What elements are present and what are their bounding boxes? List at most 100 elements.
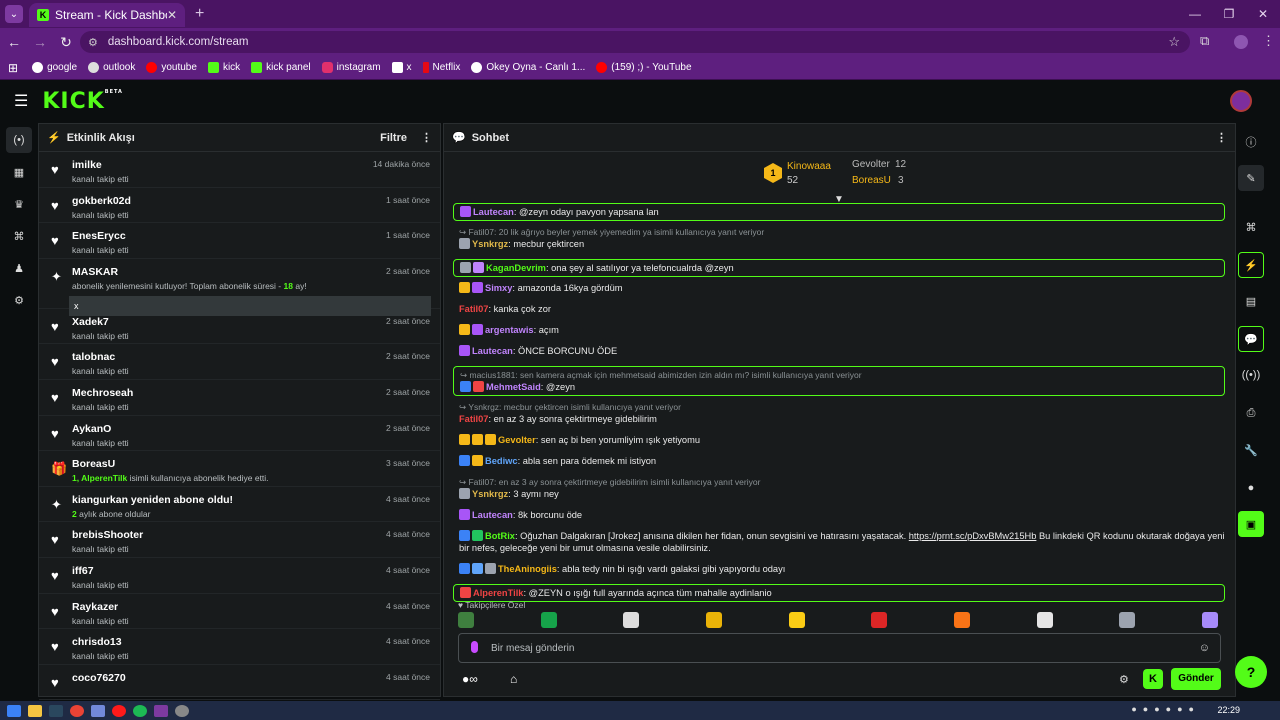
analytics-icon[interactable]: ▦ (6, 159, 32, 185)
reload-icon[interactable]: ↻ (54, 34, 78, 51)
chat-username[interactable]: KaganDevrim (486, 263, 546, 273)
bookmark-kick-panel[interactable]: kick panel (251, 62, 311, 73)
reply-context[interactable]: ↪ macius1881: sen kamera açmak için mehm… (460, 369, 1218, 381)
close-window-icon[interactable]: ✕ (1246, 0, 1280, 28)
bookmark-outlook[interactable]: outlook (88, 62, 135, 73)
chat-username[interactable]: Ysnkrgz (472, 489, 508, 499)
bookmark-okey[interactable]: Okey Oyna - Canlı 1... (471, 62, 585, 73)
trophy-icon[interactable]: ♛ (6, 191, 32, 217)
chat-username[interactable]: TheAninogiis (498, 564, 557, 574)
chat-username[interactable]: AlperenTilk (473, 588, 523, 598)
bookmark-youtube-2[interactable]: (159) ;) - YouTube (596, 62, 692, 73)
kick-logo[interactable]: KICKBETA (42, 89, 123, 114)
discord-icon[interactable] (91, 704, 105, 717)
event-user[interactable]: BoreasU (72, 458, 430, 470)
print-icon[interactable]: ⎙ (1238, 400, 1264, 426)
chat-username[interactable]: Simxy (485, 283, 512, 293)
event-user[interactable]: gokberk02d (72, 195, 430, 207)
microphone-icon[interactable] (471, 641, 478, 653)
extensions-icon[interactable]: ⧉ (1200, 33, 1209, 49)
apps-grid-icon[interactable]: ⊞ (8, 61, 18, 75)
emote-icon[interactable] (788, 612, 805, 628)
event-user[interactable]: Raykazer (72, 601, 430, 613)
reply-context[interactable]: ↪ Fatil07: en az 3 ay sonra çektirtmeye … (459, 476, 1225, 488)
chat-username[interactable]: Lautecan (472, 346, 513, 356)
steam-icon[interactable] (49, 704, 63, 717)
file-explorer-icon[interactable] (28, 704, 42, 717)
event-user[interactable]: MASKAR (72, 266, 430, 278)
moderation-icon[interactable]: ⌘ (1238, 214, 1264, 240)
chat-username[interactable]: Lautecan (473, 207, 514, 217)
clapper-icon[interactable]: ▣ (1238, 511, 1264, 537)
event-user[interactable]: talobnac (72, 351, 430, 363)
menu-dots-icon[interactable]: ⋮ (1262, 33, 1275, 49)
stream-settings-icon[interactable]: ⌘ (6, 223, 32, 249)
notes-icon[interactable]: ▤ (1238, 288, 1264, 314)
quick-actions-icon[interactable]: ⚡ (1238, 252, 1264, 278)
emote-icon[interactable] (623, 612, 640, 628)
event-user[interactable]: Mechroseah (72, 387, 430, 399)
chat-username[interactable]: Lautecan (472, 510, 513, 520)
help-chat-icon[interactable]: ? (1235, 656, 1267, 688)
emote-icon[interactable] (1119, 612, 1136, 628)
chat-username[interactable]: Bediwc (485, 456, 518, 466)
event-user[interactable]: AykanO (72, 423, 430, 435)
bookmark-netflix[interactable]: Netflix (422, 62, 460, 73)
chrome-icon[interactable] (70, 704, 84, 717)
emote-icon[interactable] (953, 612, 970, 628)
chat-username[interactable]: Ysnkrgz (472, 239, 508, 249)
close-tab-icon[interactable]: ✕ (167, 8, 177, 22)
points-icon[interactable]: ●∞ (462, 672, 478, 686)
info-icon[interactable]: ⓘ (1238, 129, 1264, 155)
bookmark-kick[interactable]: kick (207, 62, 240, 73)
chat-options-icon[interactable]: ⋮ (1216, 131, 1227, 144)
chat-input[interactable]: Bir mesaj gönderin ☺ (458, 633, 1221, 663)
opera-icon[interactable] (112, 704, 126, 717)
live-broadcast-icon[interactable]: (•) (6, 127, 32, 153)
settings-gear-icon[interactable]: ⚙ (6, 287, 32, 313)
emote-icon[interactable] (871, 612, 888, 628)
start-icon[interactable] (7, 704, 21, 717)
event-user[interactable]: chrisdo13 (72, 636, 430, 648)
reply-context[interactable]: ↪ Ysnkrgz: mecbur çektircen isimli kulla… (459, 401, 1225, 413)
chat-link[interactable]: https://prnt.sc/pDxvBMw215Hb (909, 531, 1037, 541)
restore-icon[interactable]: ❐ (1212, 0, 1246, 28)
broadcast-icon[interactable]: ((•)) (1238, 362, 1264, 388)
emote-icon[interactable] (705, 612, 722, 628)
chat-username[interactable]: Gevolter (498, 435, 536, 445)
minimize-icon[interactable]: — (1178, 0, 1212, 28)
browser-tab[interactable]: K Stream - Kick Dashboard ✕ (29, 3, 185, 27)
chat-username[interactable]: argentawis (485, 325, 534, 335)
emote-icon[interactable] (1036, 612, 1053, 628)
event-user[interactable]: brebisShooter (72, 529, 430, 541)
top-gifters-leaderboard[interactable]: 1 Kinowaaa 52 Gevolter 12 BoreasU 3 (764, 159, 924, 195)
event-user[interactable]: Xadek7 (72, 316, 430, 328)
emote-icon[interactable] (458, 612, 474, 628)
spotify-icon[interactable] (133, 704, 147, 717)
profile-icon[interactable] (1234, 35, 1248, 49)
send-button[interactable]: Gönder (1171, 668, 1221, 690)
bookmark-star-icon[interactable]: ☆ (1168, 34, 1180, 50)
tab-search-icon[interactable]: ⌄ (5, 5, 23, 23)
points-rail-icon[interactable]: ● (1238, 475, 1264, 501)
site-info-icon[interactable]: ⚙ (88, 36, 98, 49)
chat-toggle-icon[interactable]: 💬 (1238, 326, 1264, 352)
edit-pencil-icon[interactable]: ✎ (1238, 165, 1264, 191)
emote-icon[interactable] (1201, 612, 1218, 628)
chat-settings-icon[interactable]: ⚙ (1119, 673, 1129, 686)
event-user[interactable]: EnesErycc (72, 230, 430, 242)
bookmark-x[interactable]: x (391, 62, 412, 73)
chrome-active-icon[interactable] (154, 704, 168, 717)
store-icon[interactable]: ⌂ (510, 672, 517, 686)
bookmark-youtube[interactable]: youtube (146, 62, 197, 73)
event-user[interactable]: kiangurkan yeniden abone oldu! (72, 494, 430, 506)
emote-icon[interactable] (540, 612, 557, 628)
event-user[interactable]: coco76270 (72, 672, 430, 684)
back-icon[interactable]: ← (2, 34, 26, 50)
community-icon[interactable]: ♟ (6, 255, 32, 281)
chat-username[interactable]: Fatil07 (459, 304, 488, 314)
reply-context[interactable]: ↪ Fatil07: 20 lik ağrıyo beyler yemek yi… (459, 226, 1225, 238)
obs-icon[interactable] (175, 704, 189, 717)
emoji-icon[interactable]: ☺ (1199, 642, 1210, 654)
chat-username[interactable]: Fatil07 (459, 414, 488, 424)
